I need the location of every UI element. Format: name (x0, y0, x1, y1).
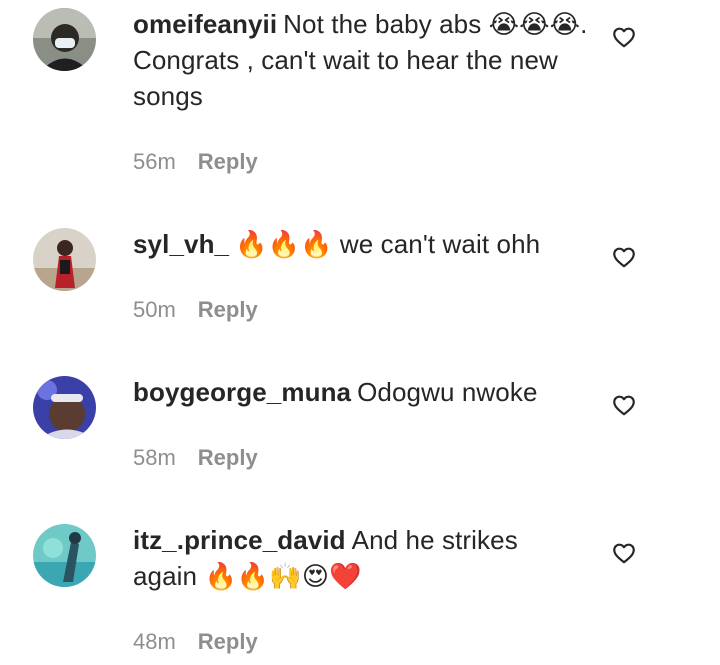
user-avatar-icon (33, 8, 96, 71)
comment-username[interactable]: itz_.prince_david (133, 525, 346, 555)
heart-outline-icon[interactable] (611, 392, 637, 418)
avatar[interactable] (33, 524, 96, 587)
avatar[interactable] (33, 8, 96, 71)
comment-text: omeifeanyii Not the baby abs 😭😭😭. Congrat… (133, 6, 588, 114)
comment-meta: 56m Reply (133, 149, 258, 175)
comment-time: 50m (133, 297, 176, 322)
user-avatar-icon (33, 376, 96, 439)
comment-username[interactable]: boygeorge_muna (133, 377, 351, 407)
avatar[interactable] (33, 376, 96, 439)
user-avatar-icon (33, 228, 96, 291)
reply-button[interactable]: Reply (198, 297, 258, 323)
avatar[interactable] (33, 228, 96, 291)
heart-outline-icon[interactable] (611, 540, 637, 566)
comment-username[interactable]: syl_vh_ (133, 229, 229, 259)
user-avatar-icon (33, 524, 96, 587)
comment-text: itz_.prince_david And he strikes again 🔥🔥… (133, 522, 588, 594)
comment-meta: 50m Reply (133, 297, 258, 323)
heart-outline-icon[interactable] (611, 244, 637, 270)
comment-time: 48m (133, 629, 176, 654)
comment-text: boygeorge_muna Odogwu nwoke (133, 374, 588, 410)
comment-time: 56m (133, 149, 176, 174)
comment-meta: 58m Reply (133, 445, 258, 471)
comment-time: 58m (133, 445, 176, 470)
comment-body: Odogwu nwoke (357, 377, 538, 407)
heart-outline-icon[interactable] (611, 24, 637, 50)
comment-username[interactable]: omeifeanyii (133, 9, 277, 39)
comment-meta: 48m Reply (133, 629, 258, 655)
reply-button[interactable]: Reply (198, 149, 258, 175)
comment-body: 🔥🔥🔥 we can't wait ohh (235, 229, 541, 259)
reply-button[interactable]: Reply (198, 629, 258, 655)
reply-button[interactable]: Reply (198, 445, 258, 471)
comment-text: syl_vh_ 🔥🔥🔥 we can't wait ohh (133, 226, 588, 262)
